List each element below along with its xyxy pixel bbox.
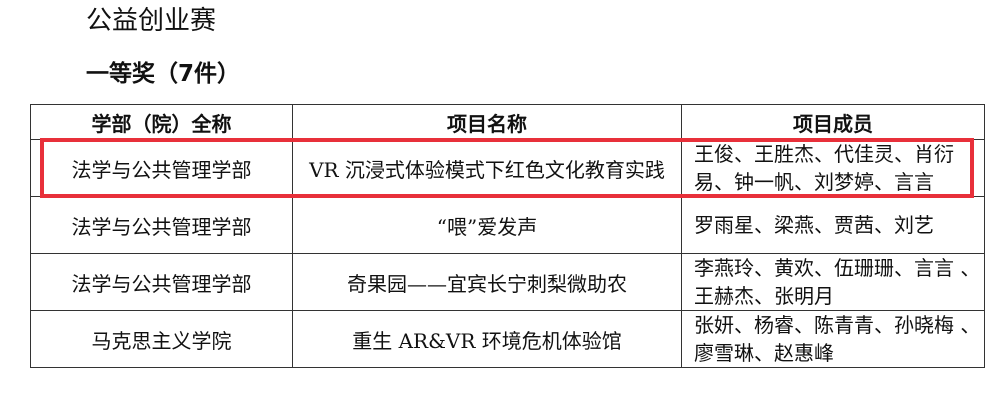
table-row: 马克思主义学院 重生 AR&VR 环境危机体验馆 张妍、杨睿、陈青青、孙晓梅 、… (30, 310, 985, 368)
table-row: 法学与公共管理学部 “喂”爱发声 罗雨星、梁燕、贾茜、刘艺 (30, 196, 985, 254)
members-cell: 王俊、王胜杰、代佳灵、肖衍易、钟一帆、刘梦婷、言言 (681, 139, 985, 197)
department-cell: 法学与公共管理学部 (30, 139, 293, 197)
members-cell: 李燕玲、黄欢、伍珊珊、言言 、王赫杰、张明月 (681, 253, 985, 311)
project-cell: 重生 AR&VR 环境危机体验馆 (292, 310, 682, 368)
project-cell: VR 沉浸式体验模式下红色文化教育实践 (292, 139, 682, 197)
header-project: 项目名称 (292, 104, 682, 140)
project-cell: “喂”爱发声 (292, 196, 682, 254)
awards-table: 学部（院）全称 项目名称 项目成员 法学与公共管理学部 VR 沉浸式体验模式下红… (30, 104, 985, 368)
department-cell: 法学与公共管理学部 (30, 253, 293, 311)
section-title: 公益创业赛 (86, 6, 217, 36)
table-row: 法学与公共管理学部 VR 沉浸式体验模式下红色文化教育实践 王俊、王胜杰、代佳灵… (30, 139, 985, 197)
table-header-row: 学部（院）全称 项目名称 项目成员 (30, 104, 985, 140)
members-cell: 罗雨星、梁燕、贾茜、刘艺 (681, 196, 985, 254)
award-level-title: 一等奖（7件） (86, 61, 241, 87)
members-text: 张妍、杨睿、陈青青、孙晓梅 、廖雪琳、赵惠峰 (694, 313, 981, 365)
department-cell: 法学与公共管理学部 (30, 196, 293, 254)
members-text: 李燕玲、黄欢、伍珊珊、言言 、王赫杰、张明月 (694, 256, 981, 308)
department-cell: 马克思主义学院 (30, 310, 293, 368)
table-row: 法学与公共管理学部 奇果园——宜宾长宁刺梨微助农 李燕玲、黄欢、伍珊珊、言言 、… (30, 253, 985, 311)
members-cell: 张妍、杨睿、陈青青、孙晓梅 、廖雪琳、赵惠峰 (681, 310, 985, 368)
header-department: 学部（院）全称 (30, 104, 293, 140)
members-text: 罗雨星、梁燕、贾茜、刘艺 (694, 213, 934, 237)
project-cell: 奇果园——宜宾长宁刺梨微助农 (292, 253, 682, 311)
members-text: 王俊、王胜杰、代佳灵、肖衍易、钟一帆、刘梦婷、言言 (694, 142, 954, 194)
header-members: 项目成员 (681, 104, 985, 140)
